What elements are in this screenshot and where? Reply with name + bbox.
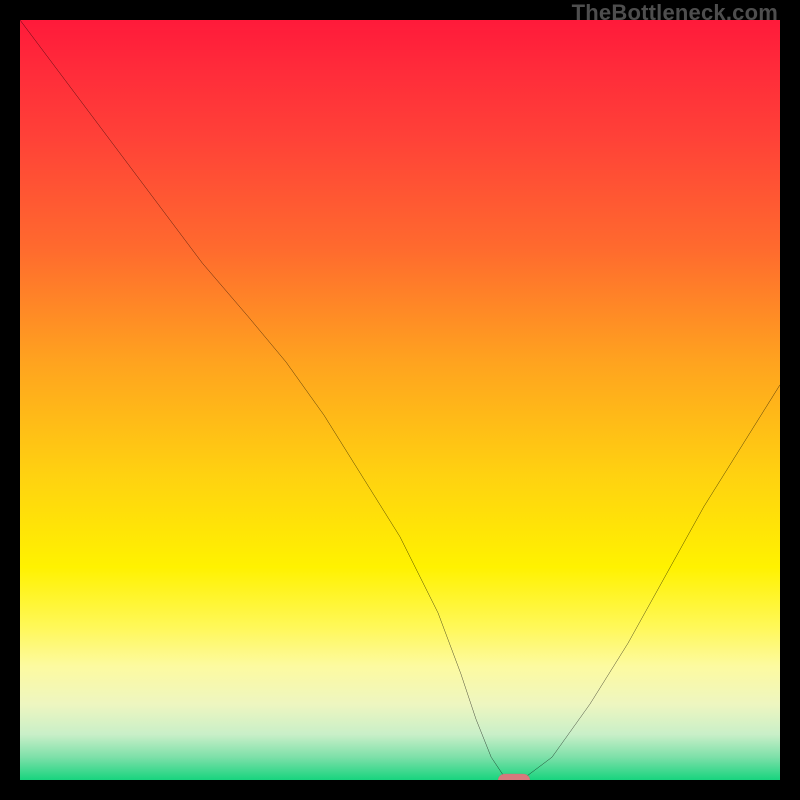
chart-frame: TheBottleneck.com (0, 0, 800, 800)
watermark-text: TheBottleneck.com (572, 0, 778, 26)
plot-area (20, 20, 780, 780)
optimum-marker (20, 20, 780, 780)
